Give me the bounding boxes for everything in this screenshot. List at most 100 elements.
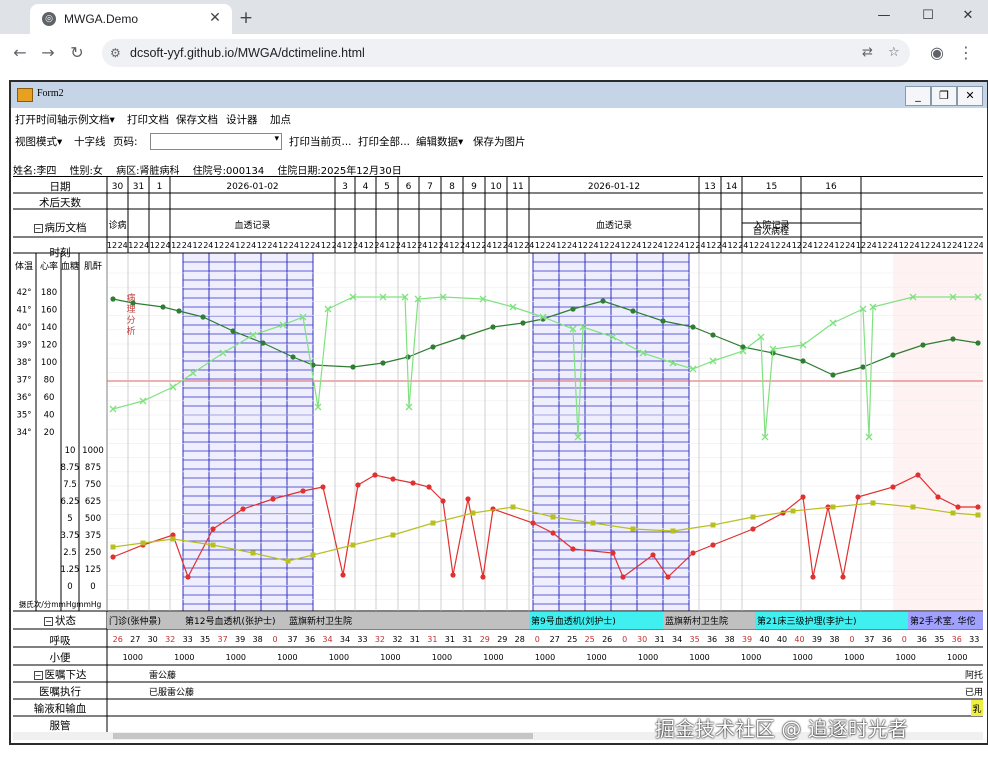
chevron-down-icon: ▾	[274, 134, 279, 144]
site-info-icon[interactable]: ⚙	[110, 46, 121, 60]
sugar-tick: 8.75	[61, 463, 80, 473]
collapse-icon[interactable]: −	[33, 671, 43, 680]
time-label: 24	[909, 241, 919, 250]
urine-value: 1000	[329, 653, 349, 662]
breath-value: 35	[934, 635, 944, 644]
time-label: 24	[524, 241, 534, 250]
breath-value: 34	[672, 635, 682, 644]
vitals-chart[interactable]: 30 31 1 2026-01-02 3 4 5 6 7 8 9 10 11 2026-01-12 13 14…	[13, 177, 983, 735]
close-tab-icon[interactable]: ✕	[206, 9, 224, 27]
state-label: 门诊(张仲景)	[109, 615, 161, 627]
cr-series-point	[510, 504, 516, 510]
cr-tick: 500	[85, 514, 101, 524]
sugar-series-point	[955, 504, 961, 510]
time-label: 24	[289, 241, 299, 250]
browser-tab[interactable]: ◎ MWGA.Demo ✕	[30, 4, 232, 34]
translate-icon[interactable]: ⇄	[862, 45, 873, 60]
time-label: 12	[321, 241, 331, 250]
breath-value: 27	[550, 635, 560, 644]
crosshair-button[interactable]: 十字线	[74, 134, 106, 150]
forward-icon[interactable]: →	[37, 42, 59, 64]
cr-series-point	[630, 526, 636, 532]
print-current-button[interactable]: 打印当前页...	[289, 134, 352, 150]
breath-value: 33	[969, 635, 979, 644]
collapse-icon[interactable]: −	[33, 224, 43, 233]
breath-value: 31	[427, 635, 437, 644]
collapse-icon[interactable]: −	[44, 617, 53, 626]
temp-series-point	[520, 320, 526, 326]
print-doc-button[interactable]: 打印文档	[127, 112, 169, 128]
time-label: 12	[449, 241, 459, 250]
breath-value: 29	[480, 635, 490, 644]
close-window-icon[interactable]: ✕	[948, 6, 988, 26]
reload-icon[interactable]: ↻	[66, 42, 88, 64]
temp-series-point	[950, 336, 956, 342]
scrollbar-thumb[interactable]	[113, 733, 533, 739]
breath-value: 32	[165, 635, 175, 644]
row-label-postop: 术后天数	[39, 197, 81, 209]
date-label: 15	[766, 182, 777, 192]
open-sample-menu[interactable]: 打开时间轴示例文档▾	[15, 112, 115, 128]
time-label: 24	[845, 241, 855, 250]
back-icon[interactable]: ←	[9, 42, 31, 64]
sugar-series-point	[185, 574, 191, 580]
time-label: 12	[749, 241, 759, 250]
maximize-icon[interactable]: ☐	[908, 6, 948, 26]
app-minimize-icon[interactable]: _	[905, 86, 931, 106]
time-label: 24	[631, 241, 641, 250]
sugar-series-point	[110, 554, 116, 560]
bookmark-star-icon[interactable]: ☆	[888, 45, 900, 60]
cr-series-point	[210, 542, 216, 548]
watermark: 掘金技术社区 @ 追逐时光者	[655, 717, 908, 741]
app-icon	[17, 88, 33, 102]
edit-data-menu[interactable]: 编辑数据▾	[416, 134, 463, 150]
save-image-button[interactable]: 保存为图片	[473, 134, 526, 150]
page-select[interactable]: ▾	[150, 133, 282, 150]
time-label: 24	[267, 241, 277, 250]
state-label: 状态	[55, 615, 76, 627]
sugar-series-point	[410, 480, 416, 486]
view-mode-menu[interactable]: 视图模式▾	[15, 134, 62, 150]
sugar-series-point	[530, 520, 536, 526]
sugar-series-point	[340, 572, 346, 578]
sugar-tick: 3.75	[61, 531, 80, 541]
date-label: 6	[406, 182, 412, 192]
date-label: 9	[471, 182, 477, 192]
add-point-button[interactable]: 加点	[270, 112, 291, 128]
pulse-tick: 160	[41, 306, 57, 316]
temp-tick: 40°	[16, 323, 31, 333]
temp-series-point	[660, 318, 666, 324]
url-text[interactable]: dcsoft-yyf.github.io/MWGA/dctimeline.htm…	[130, 46, 365, 60]
app-restore-icon[interactable]: ❐	[931, 86, 957, 106]
breath-value: 39	[812, 635, 822, 644]
row-label-io: 输液和输血	[33, 703, 87, 715]
urine-value: 1000	[535, 653, 555, 662]
temp-series-point	[160, 304, 166, 310]
temp-series-point	[570, 306, 576, 312]
designer-button[interactable]: 设计器	[226, 112, 258, 128]
app-close-icon[interactable]: ✕	[957, 86, 983, 106]
temp-series-point	[380, 360, 386, 366]
minimize-icon[interactable]: —	[864, 6, 904, 26]
cr-tick: 375	[85, 531, 101, 541]
app-title: Form2	[37, 88, 64, 99]
axis-header: 血糖	[61, 260, 79, 272]
breath-value: 36	[882, 635, 892, 644]
date-label: 16	[825, 182, 837, 192]
temp-series-point	[290, 354, 296, 360]
print-all-button[interactable]: 打印全部...	[358, 134, 410, 150]
cr-tick: 0	[90, 582, 95, 592]
save-doc-button[interactable]: 保存文档	[176, 112, 218, 128]
new-tab-icon[interactable]: +	[236, 8, 256, 28]
menu-dots-icon[interactable]: ⋮	[955, 42, 977, 64]
profile-icon[interactable]: ◉	[926, 42, 948, 64]
time-label: 24	[717, 241, 727, 250]
address-bar[interactable]: ⚙ dcsoft-yyf.github.io/MWGA/dctimeline.h…	[102, 39, 910, 67]
urine-value: 1000	[689, 653, 709, 662]
temp-tick: 41°	[16, 306, 31, 316]
breath-value: 34	[322, 635, 332, 644]
timeline-grid[interactable]: 30 31 1 2026-01-02 3 4 5 6 7 8 9 10 11 2026-01-12 13 14…	[13, 176, 983, 735]
cr-series-point	[750, 514, 756, 520]
temp-series-point	[490, 324, 496, 330]
time-label: 12	[792, 241, 802, 250]
